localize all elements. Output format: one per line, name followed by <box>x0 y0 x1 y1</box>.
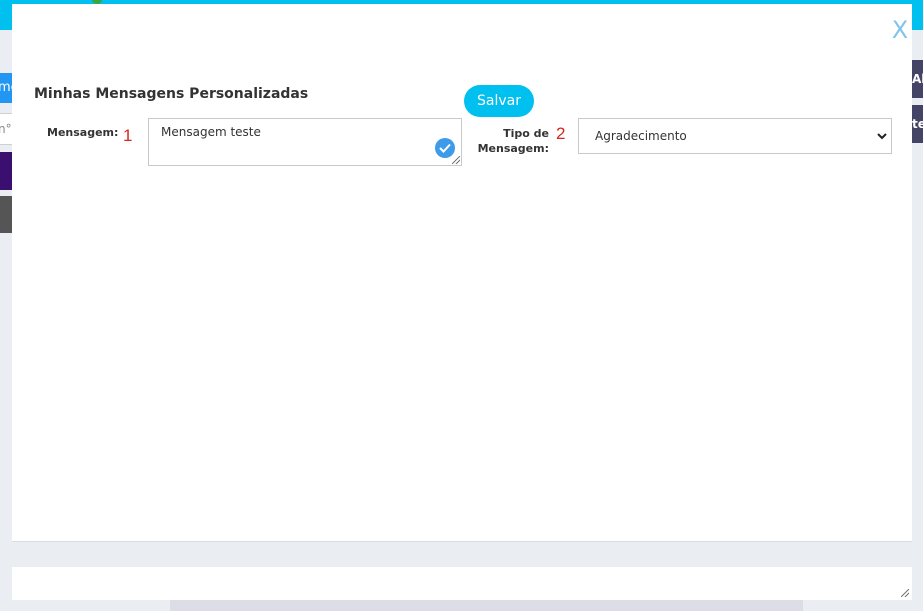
check-circle-icon <box>435 138 455 158</box>
background-right-button-1[interactable]: Al <box>911 60 923 98</box>
background-right-button-2-label: te <box>912 117 923 131</box>
background-left-field[interactable]: n° <box>0 113 12 145</box>
background-right-button-2[interactable]: te <box>911 105 923 143</box>
background-gray-button[interactable] <box>0 196 12 233</box>
message-type-label: Tipo de Mensagem: <box>477 127 549 155</box>
message-textarea[interactable]: Mensagem teste <box>148 118 462 166</box>
background-right-button-1-label: Al <box>912 72 923 86</box>
resize-grip-icon[interactable] <box>452 156 460 164</box>
message-marker: 1 <box>123 126 133 145</box>
background-scrollbar[interactable] <box>170 600 803 611</box>
message-type-selected: Agradecimento <box>595 129 687 143</box>
message-label: Mensagem: <box>47 126 119 139</box>
background-textarea[interactable] <box>12 567 912 600</box>
save-button[interactable]: Salvar <box>464 85 534 117</box>
background-left-field-label: n° <box>0 122 12 136</box>
message-value: Mensagem teste <box>161 125 261 139</box>
close-button[interactable]: X <box>888 16 912 44</box>
message-type-select[interactable]: Agradecimento <box>578 118 892 154</box>
message-type-marker: 2 <box>556 124 566 143</box>
chevron-down-icon <box>877 133 887 140</box>
custom-messages-modal: X Minhas Mensagens Personalizadas Salvar… <box>12 4 912 542</box>
resize-grip-icon[interactable] <box>901 589 909 597</box>
modal-title: Minhas Mensagens Personalizadas <box>34 86 309 102</box>
background-purple-button[interactable] <box>0 152 12 190</box>
